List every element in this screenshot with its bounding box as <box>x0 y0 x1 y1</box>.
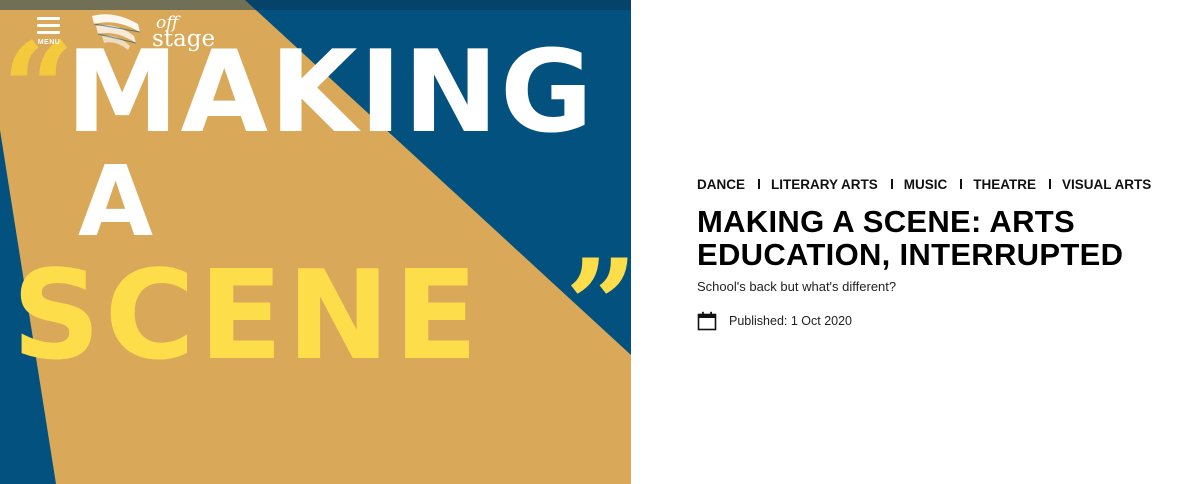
hero-banner: “ MAKING A SCENE ” MENU off stage <box>0 0 631 484</box>
hero-close-quote: ” <box>565 232 631 380</box>
logo-text-stage: stage <box>152 26 216 53</box>
offstage-logo-mark <box>92 14 141 50</box>
published-text: Published: 1 Oct 2020 <box>729 314 852 328</box>
category-separator <box>960 179 963 189</box>
category-separator <box>1049 179 1052 189</box>
category-separator <box>890 179 893 189</box>
category-literary-arts[interactable]: LITERARY ARTS <box>771 177 878 192</box>
offstage-logo[interactable]: off stage <box>88 10 218 52</box>
article-summary: DANCE LITERARY ARTS MUSIC THEATRE VISUAL… <box>697 176 1187 331</box>
category-visual-arts[interactable]: VISUAL ARTS <box>1062 177 1151 192</box>
article-subtitle: School's back but what's different? <box>697 279 897 294</box>
category-list: DANCE LITERARY ARTS MUSIC THEATRE VISUAL… <box>697 176 1187 192</box>
menu-label: MENU <box>37 39 61 46</box>
category-dance[interactable]: DANCE <box>697 177 745 192</box>
menu-button[interactable]: MENU <box>34 14 64 48</box>
hero-line-scene: SCENE <box>12 245 482 388</box>
category-music[interactable]: MUSIC <box>904 177 948 192</box>
hamburger-menu-icon <box>37 17 60 20</box>
hero-line-a: A <box>78 145 154 258</box>
category-theatre[interactable]: THEATRE <box>973 177 1036 192</box>
hero-line-making: MAKING <box>66 26 595 158</box>
published-date: Published: 1 Oct 2020 <box>697 311 1187 331</box>
article-title[interactable]: MAKING A SCENE: ARTS EDUCATION, INTERRUP… <box>697 205 1187 271</box>
category-separator <box>758 179 761 189</box>
calendar-icon <box>697 311 717 331</box>
